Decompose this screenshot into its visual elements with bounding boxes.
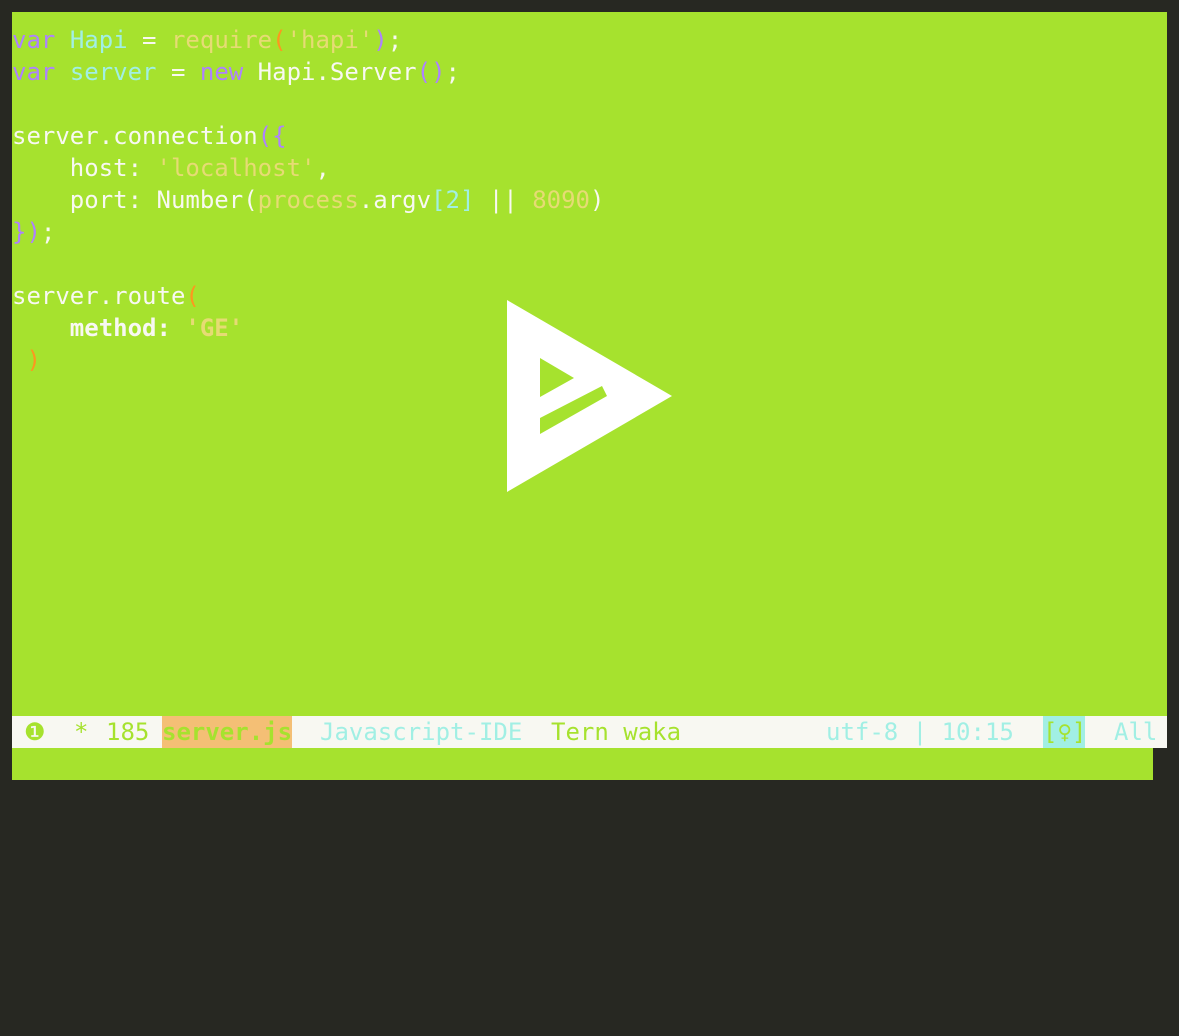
colon: :: [156, 314, 186, 342]
string-literal: 'GE': [185, 314, 244, 342]
keyword: new: [199, 58, 244, 86]
operator: =: [156, 58, 200, 86]
paren: (): [416, 58, 446, 86]
index: [2]: [431, 186, 475, 214]
paren: ): [590, 186, 605, 214]
property-key: port: Number(: [12, 186, 258, 214]
paren: ({: [257, 122, 287, 150]
identifier: server: [69, 58, 157, 86]
minor-modes[interactable]: Tern waka: [551, 716, 681, 748]
member-call: server.route: [12, 282, 186, 310]
class-name: Hapi.Server: [243, 58, 417, 86]
property-key: host:: [12, 154, 157, 182]
number-literal: 8090: [532, 186, 590, 214]
window-status-icon: [♀]: [1043, 716, 1087, 748]
paren: ): [26, 346, 41, 374]
code-line-1: var Hapi = require('hapi');: [12, 24, 402, 56]
paren: (: [272, 26, 287, 54]
code-line-7: });: [12, 216, 55, 248]
window-number-icon: ❶: [24, 718, 46, 746]
keyword: var: [12, 58, 56, 86]
paren: }): [12, 218, 41, 246]
major-mode[interactable]: Javascript-IDE: [320, 716, 522, 748]
code-line-9: server.route(: [12, 280, 200, 312]
paren: (: [185, 282, 200, 310]
paren: ): [373, 26, 388, 54]
string-literal: 'localhost': [156, 154, 316, 182]
member-call: server.connection: [12, 122, 258, 150]
play-logo-icon[interactable]: [507, 300, 687, 500]
code-line-6: port: Number(process.argv[2] || 8090): [12, 184, 605, 216]
minibuffer[interactable]: [12, 748, 1153, 780]
identifier: Hapi: [69, 26, 128, 54]
scroll-position: All: [1114, 718, 1158, 746]
code-line-10: method: 'GE': [12, 312, 243, 344]
identifier: process: [257, 186, 359, 214]
comma: ,: [315, 154, 330, 182]
function-call: require: [170, 26, 273, 54]
code-line-4: server.connection({: [12, 120, 287, 152]
property-access: .argv: [358, 186, 432, 214]
semicolon: ;: [40, 218, 56, 246]
code-line-11: ): [12, 344, 41, 376]
operator: =: [127, 26, 171, 54]
modified-indicator: *: [74, 718, 89, 746]
string-literal: 'hapi': [286, 26, 374, 54]
operator: ||: [474, 186, 533, 214]
property-key: method: [69, 314, 157, 342]
buffer-filename[interactable]: server.js: [162, 716, 292, 748]
keyword: var: [12, 26, 56, 54]
buffer-size: 185: [106, 718, 150, 746]
code-line-5: host: 'localhost',: [12, 152, 330, 184]
code-line-2: var server = new Hapi.Server();: [12, 56, 460, 88]
semicolon: ;: [445, 58, 460, 86]
mode-line: ❶ * 185 server.js Javascript-IDE Tern wa…: [12, 716, 1167, 748]
code-editor[interactable]: var Hapi = require('hapi'); var server =…: [12, 12, 1167, 716]
semicolon: ;: [387, 26, 403, 54]
encoding-position: utf-8 | 10:15: [826, 718, 1014, 746]
